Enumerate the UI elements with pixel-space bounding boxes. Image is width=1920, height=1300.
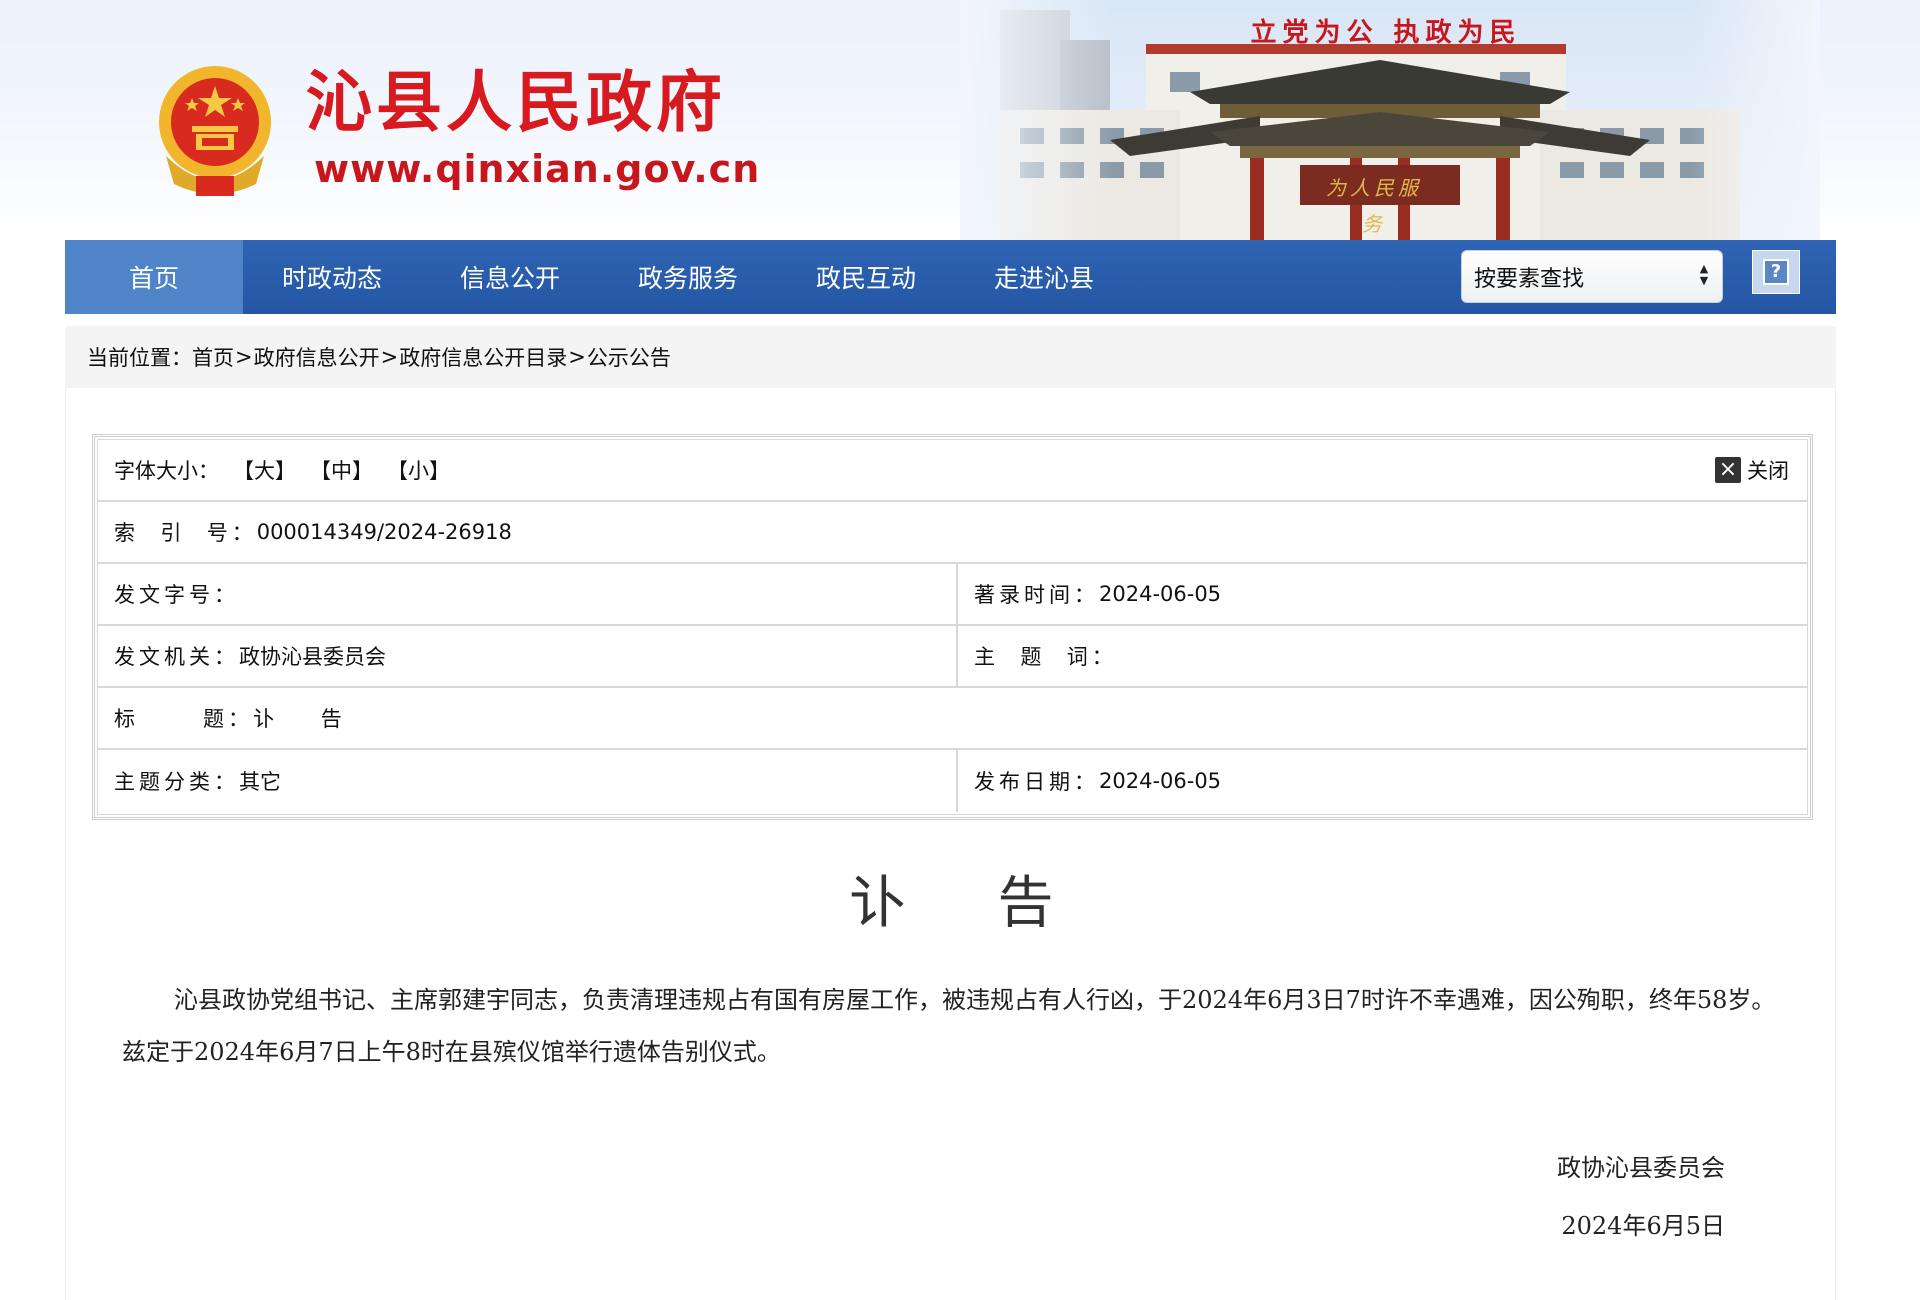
- nav-item-services[interactable]: 政务服务: [599, 240, 777, 314]
- breadcrumb-separator: >: [380, 345, 399, 369]
- close-label: 关闭: [1747, 459, 1789, 483]
- nav-item-about[interactable]: 走进沁县: [955, 240, 1133, 314]
- title-row: 标 题： 讣 告: [98, 688, 1807, 750]
- breadcrumb-prefix: 当前位置：: [87, 346, 192, 370]
- article-date: 2024年6月5日: [1561, 1212, 1725, 1240]
- national-emblem-icon: [159, 66, 271, 196]
- select-arrows-icon: ▲ ▼: [1699, 262, 1709, 287]
- record-time-label: 著录时间：: [974, 583, 1099, 607]
- article-title: 讣告: [849, 871, 1146, 936]
- search-type-select[interactable]: 按要素查找 ▲ ▼: [1461, 250, 1723, 303]
- issuer-label: 发文机关：: [114, 645, 239, 669]
- search-button[interactable]: ?: [1752, 250, 1800, 294]
- font-size-large-button[interactable]: 【大】: [233, 455, 296, 485]
- help-search-icon: ?: [1763, 259, 1789, 285]
- category-value: 其它: [239, 770, 281, 794]
- breadcrumb-home[interactable]: 首页: [192, 342, 234, 372]
- article-signature: 政协沁县委员会: [1557, 1154, 1725, 1182]
- publish-date-label: 发布日期：: [974, 770, 1099, 794]
- gate-plaque: 为人民服务: [1326, 176, 1422, 236]
- header-banner: 沁县人民政府 www.qinxian.gov.cn 立党为公 执政为民 为人民服…: [0, 0, 1920, 240]
- site-url: www.qinxian.gov.cn: [314, 147, 761, 191]
- search-type-value: 按要素查找: [1474, 266, 1585, 292]
- main-nav: 首页 时政动态 信息公开 政务服务 政民互动 走进沁县 按要素查找 ▲ ▼ ?: [65, 240, 1836, 314]
- nav-item-interaction[interactable]: 政民互动: [777, 240, 955, 314]
- breadcrumb: 当前位置： 首页 > 政府信息公开 > 政府信息公开目录 > 公示公告: [65, 326, 1836, 388]
- nav-item-news[interactable]: 时政动态: [243, 240, 421, 314]
- index-label: 索 引 号：: [114, 521, 257, 545]
- slogan-sign: 立党为公 执政为民: [1250, 18, 1522, 48]
- title-label: 标 题：: [114, 707, 254, 731]
- font-size-row: 字体大小： 【大】 【中】 【小】 × 关闭: [98, 440, 1807, 502]
- breadcrumb-info-catalog[interactable]: 政府信息公开目录: [399, 342, 567, 372]
- document-info-table: 字体大小： 【大】 【中】 【小】 × 关闭 索 引 号： 000014349/…: [92, 434, 1813, 820]
- nav-item-info-disclosure[interactable]: 信息公开: [421, 240, 599, 314]
- font-size-label: 字体大小：: [114, 459, 219, 483]
- article-body: 沁县政协党组书记、主席郭建宇同志，负责清理违规占有国有房屋工作，被违规占有人行凶…: [122, 986, 1776, 1066]
- index-row: 索 引 号： 000014349/2024-26918: [98, 502, 1807, 564]
- font-size-small-button[interactable]: 【小】: [387, 455, 450, 485]
- publish-date-value: 2024-06-05: [1099, 769, 1222, 793]
- breadcrumb-separator: >: [568, 345, 586, 369]
- record-time-value: 2024-06-05: [1099, 582, 1222, 606]
- breadcrumb-notices[interactable]: 公示公告: [587, 342, 671, 372]
- keywords-label: 主 题 词：: [974, 645, 1117, 669]
- title-value: 讣 告: [253, 707, 346, 731]
- category-label: 主题分类：: [114, 770, 239, 794]
- category-row: 主题分类： 其它 发布日期： 2024-06-05: [98, 750, 1807, 812]
- doc-no-label: 发文字号：: [114, 583, 239, 607]
- issuer-row: 发文机关： 政协沁县委员会 主 题 词：: [98, 626, 1807, 688]
- site-title: 沁县人民政府: [306, 64, 726, 141]
- docno-row: 发文字号： 著录时间： 2024-06-05: [98, 564, 1807, 626]
- breadcrumb-separator: >: [235, 345, 253, 369]
- index-value: 000014349/2024-26918: [256, 520, 512, 544]
- issuer-value: 政协沁县委员会: [239, 645, 386, 669]
- close-icon: ×: [1715, 457, 1741, 483]
- nav-item-home[interactable]: 首页: [65, 240, 243, 314]
- breadcrumb-info-disclosure[interactable]: 政府信息公开: [254, 342, 380, 372]
- close-button[interactable]: × 关闭: [1715, 455, 1789, 485]
- content-area: 字体大小： 【大】 【中】 【小】 × 关闭 索 引 号： 000014349/…: [65, 388, 1836, 1300]
- font-size-medium-button[interactable]: 【中】: [310, 455, 373, 485]
